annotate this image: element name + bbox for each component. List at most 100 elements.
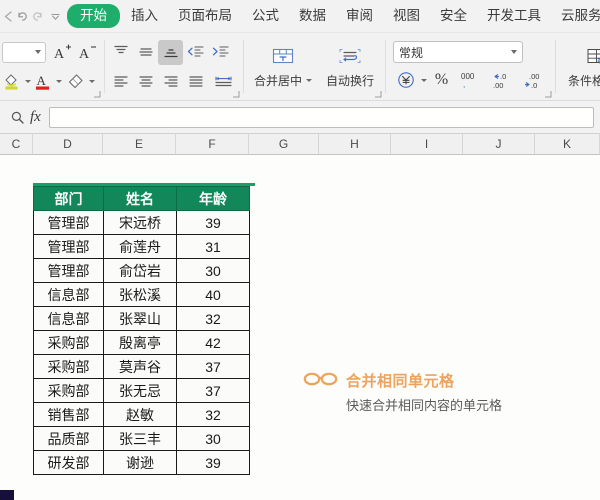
tab-shuju[interactable]: 数据 [290,4,335,28]
cell-age[interactable]: 32 [176,402,250,427]
number-format-select[interactable]: 常规 [393,41,524,63]
column-header-c[interactable]: C [0,134,33,154]
cell-name[interactable]: 俞岱岩 [103,258,177,283]
column-header-f[interactable]: F [176,134,249,154]
merge-group-expand-icon[interactable] [374,90,382,98]
chevron-down-icon[interactable] [35,50,41,54]
cell-name[interactable]: 谢逊 [103,450,177,475]
align-middle-button[interactable] [133,40,158,65]
tab-kaishi[interactable]: 开始 [67,4,120,28]
cell-age[interactable]: 42 [176,330,250,355]
column-header-e[interactable]: E [103,134,176,154]
font-size-input[interactable] [2,41,46,63]
column-header-j[interactable]: J [463,134,535,154]
search-icon[interactable] [6,110,28,125]
cell-name[interactable]: 赵敏 [103,402,177,427]
cell-dept[interactable]: 管理部 [33,210,104,235]
undo-icon[interactable] [15,4,30,28]
tab-charu[interactable]: 插入 [122,4,167,28]
cell-dept[interactable]: 管理部 [33,234,104,259]
cell-age[interactable]: 30 [176,258,250,283]
cell-dept[interactable]: 采购部 [33,354,104,379]
table-header-dept[interactable]: 部门 [33,186,104,211]
font-color-button[interactable]: A [33,69,53,94]
cell-name[interactable]: 张翠山 [103,306,177,331]
cell-age[interactable]: 37 [176,378,250,403]
cell-dept[interactable]: 研发部 [33,450,104,475]
cell-name[interactable]: 殷离亭 [103,330,177,355]
shrink-font-button[interactable]: A [75,40,100,65]
cell-name[interactable]: 俞莲舟 [103,234,177,259]
merge-center-button[interactable]: 合并居中 [247,44,319,90]
table-row: 管理部 俞莲舟 31 [33,234,250,259]
table-header-name[interactable]: 姓名 [103,186,177,211]
redo-icon[interactable] [30,4,45,28]
cell-dept[interactable]: 管理部 [33,258,104,283]
comma-format-button[interactable]: 000 , [454,68,485,93]
tab-shenyue[interactable]: 审阅 [337,4,382,28]
column-header-k[interactable]: K [535,134,600,154]
chevron-down-icon[interactable] [306,78,313,82]
fill-color-button[interactable] [2,69,22,94]
column-header-d[interactable]: D [33,134,103,154]
worksheet-area[interactable]: 部门 姓名 年龄 管理部 宋远桥 39 管理部 俞莲舟 31 管理部 俞岱岩 3… [0,183,600,500]
font-color-dropdown[interactable] [53,69,64,94]
align-justify-button[interactable] [183,69,208,94]
chevron-down-icon[interactable] [511,50,518,54]
cell-age[interactable]: 30 [176,426,250,451]
decrease-indent-button[interactable] [183,40,208,65]
cell-age[interactable]: 31 [176,234,250,259]
cell-age[interactable]: 37 [176,354,250,379]
percent-format-button[interactable]: % [429,68,454,93]
font-group-expand-icon[interactable] [93,90,101,98]
alignment-group-expand-icon[interactable] [232,90,240,98]
cell-age[interactable]: 40 [176,282,250,307]
grow-font-button[interactable]: A [50,40,75,65]
align-left-button[interactable] [108,69,133,94]
back-arrow-icon[interactable] [2,4,15,28]
tab-yunfuwu[interactable]: 云服务 [552,4,600,28]
align-right-button[interactable] [158,69,183,94]
cell-dept[interactable]: 品质部 [33,426,104,451]
column-header-h[interactable]: H [319,134,391,154]
conditional-format-button[interactable]: 条件格式 [561,44,600,90]
increase-decimal-button[interactable]: .0 .00 [485,68,516,93]
cell-dept[interactable]: 信息部 [33,282,104,307]
ribbon-group-styles: 条件格式 [555,33,600,100]
tab-kaifagongju[interactable]: 开发工具 [478,4,550,28]
align-bottom-button[interactable] [158,39,183,65]
currency-format-button[interactable] [393,68,418,93]
chevron-down-icon[interactable] [49,4,62,28]
cell-name[interactable]: 张无忌 [103,378,177,403]
column-header-g[interactable]: G [249,134,319,154]
tab-yemianbuju[interactable]: 页面布局 [169,4,241,28]
fill-color-dropdown[interactable] [22,69,33,94]
tab-anquan[interactable]: 安全 [431,4,476,28]
cell-name[interactable]: 张松溪 [103,282,177,307]
tab-shitu[interactable]: 视图 [384,4,429,28]
tab-gongshi[interactable]: 公式 [243,4,288,28]
cell-dept[interactable]: 采购部 [33,378,104,403]
clear-format-button[interactable] [64,69,86,94]
cell-dept[interactable]: 信息部 [33,306,104,331]
increase-indent-button[interactable] [208,40,233,65]
decrease-decimal-button[interactable]: .00 .0 [516,68,547,93]
table-header-age[interactable]: 年龄 [176,186,250,211]
cell-age[interactable]: 39 [176,450,250,475]
currency-dropdown[interactable] [418,68,429,93]
cell-age[interactable]: 32 [176,306,250,331]
number-group-expand-icon[interactable] [544,90,552,98]
cell-dept[interactable]: 采购部 [33,330,104,355]
column-header-i[interactable]: I [391,134,463,154]
wrap-text-button[interactable]: 自动换行 [319,44,381,90]
align-center-button[interactable] [133,69,158,94]
align-top-button[interactable] [108,40,133,65]
column-header-row: C D E F G H I J K [0,134,600,155]
cell-name[interactable]: 张三丰 [103,426,177,451]
cell-age[interactable]: 39 [176,210,250,235]
cell-dept[interactable]: 销售部 [33,402,104,427]
formula-input[interactable] [48,106,594,128]
conditional-format-icon [584,45,600,69]
cell-name[interactable]: 莫声谷 [103,354,177,379]
cell-name[interactable]: 宋远桥 [103,210,177,235]
